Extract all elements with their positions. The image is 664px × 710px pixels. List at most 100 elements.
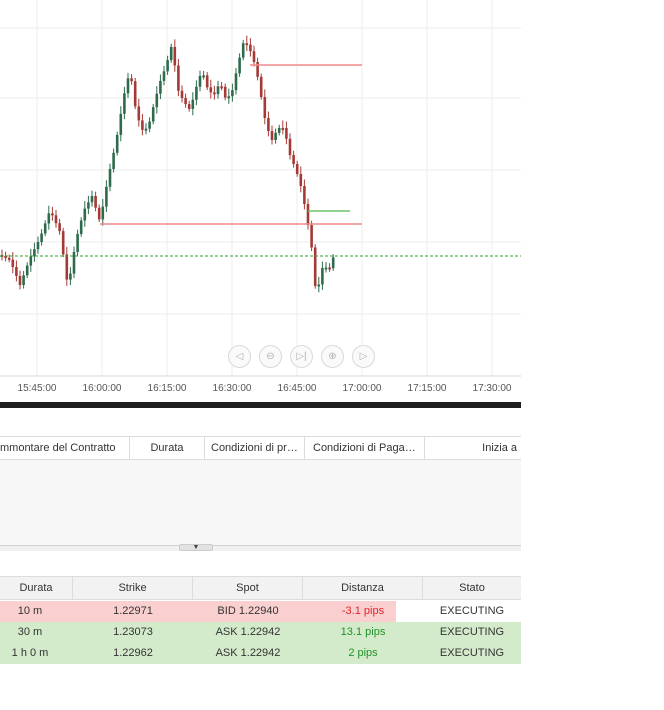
contract-table-header: mmontare del Contratto Durata Condizioni… [0, 437, 521, 460]
time-tick-label: 17:30:00 [473, 383, 512, 394]
column-header-durata[interactable]: Durata [0, 577, 73, 599]
candle-body [310, 225, 313, 248]
orders-table-header: Durata Strike Spot Distanza Stato [0, 576, 521, 600]
candle-body [256, 62, 259, 77]
candle-body [25, 265, 29, 276]
candle-body [130, 78, 133, 82]
candle-body [285, 128, 288, 139]
skip-to-end-icon[interactable]: ▷| [290, 345, 313, 368]
cell-strike: 1.22962 [113, 647, 153, 659]
time-tick-label: 16:45:00 [278, 383, 317, 394]
cell-strike: 1.23073 [113, 626, 153, 638]
candle-body [137, 106, 141, 121]
candle-body [274, 132, 277, 140]
column-header-starts-at[interactable]: Inizia a [425, 437, 521, 460]
candle-body [292, 155, 295, 164]
candle-body [216, 86, 220, 95]
candle-body [198, 76, 202, 87]
table-row[interactable]: 1 h 0 m 1.22962 ASK 1.22942 2 pips EXECU… [0, 643, 521, 664]
candle-body [108, 169, 112, 187]
cell-strike: 1.22971 [113, 605, 153, 617]
candle-body [36, 242, 40, 250]
candle-body [195, 86, 198, 100]
candle-body [313, 247, 317, 286]
candle-body [94, 196, 97, 208]
candle-body [234, 73, 238, 91]
trading-app: 15:45:00 16:00:00 16:15:00 16:30:00 16:45:00… [0, 0, 521, 697]
candle-body [61, 231, 65, 255]
cell-distanza: 2 pips [348, 647, 378, 659]
candle-body [303, 186, 306, 204]
candle-body [40, 233, 43, 242]
candle-body [249, 44, 252, 52]
column-header-stato[interactable]: Stato [423, 577, 521, 599]
time-tick-label: 16:15:00 [148, 383, 187, 394]
column-header-strike[interactable]: Strike [73, 577, 193, 599]
zoom-out-icon[interactable]: ⊖ [259, 345, 282, 368]
candle-body [220, 86, 223, 89]
column-header-duration[interactable]: Durata [130, 437, 205, 460]
candle-body [69, 273, 72, 280]
candle-body [18, 276, 22, 285]
candle-body [213, 92, 216, 95]
time-axis-labels: 15:45:00 16:00:00 16:15:00 16:30:00 16:45:00… [18, 383, 512, 394]
column-header-payment-conditions[interactable]: Condizioni di Paga… [305, 437, 425, 460]
candle-body [238, 57, 241, 74]
candle-body [227, 96, 231, 99]
time-tick-label: 16:00:00 [83, 383, 122, 394]
candle-body [259, 76, 263, 97]
cell-stato: EXECUTING [439, 605, 505, 617]
candle-body [299, 174, 303, 186]
chart-grid [0, 0, 521, 376]
cell-distanza: -3.1 pips [341, 605, 385, 617]
candle-body [51, 213, 54, 216]
candle-body [267, 118, 270, 131]
candle-body [126, 78, 130, 94]
chevron-down-icon[interactable]: ▼ [179, 544, 213, 551]
orders-table: Durata Strike Spot Distanza Stato 10 m 1… [0, 576, 521, 666]
candle-body [159, 80, 162, 94]
candle-body [144, 128, 148, 131]
column-header-price-conditions[interactable]: Condizioni di pr… [205, 437, 305, 460]
candle-body [141, 120, 144, 130]
candle-body [29, 256, 33, 266]
candle-body [123, 93, 126, 114]
zoom-in-icon[interactable]: ⊕ [321, 345, 344, 368]
candle-body [7, 257, 11, 260]
column-header-distanza[interactable]: Distanza [303, 577, 423, 599]
chevron-right-icon[interactable]: ▷ [352, 345, 375, 368]
cell-durata: 30 m [17, 626, 43, 638]
price-chart[interactable]: 15:45:00 16:00:00 16:15:00 16:30:00 16:45:00… [0, 0, 521, 402]
candle-body [306, 204, 310, 225]
column-header-amount[interactable]: mmontare del Contratto [0, 437, 130, 460]
candle-body [11, 259, 15, 267]
candle-body [270, 131, 274, 140]
column-header-spot[interactable]: Spot [193, 577, 303, 599]
panel-splitter[interactable]: ▼ [0, 544, 521, 551]
candle-body [79, 220, 83, 234]
candle-body [202, 75, 205, 78]
contract-table: mmontare del Contratto Durata Condizioni… [0, 436, 521, 551]
candle-body [245, 43, 249, 46]
candle-body [47, 213, 51, 224]
time-tick-label: 15:45:00 [18, 383, 57, 394]
candle-body [252, 51, 256, 62]
candle-body [33, 249, 36, 257]
candle-body [209, 87, 213, 93]
candle-body [328, 267, 331, 270]
candle-body [191, 99, 195, 109]
candlestick-chart[interactable]: 15:45:00 16:00:00 16:15:00 16:30:00 16:45:00… [0, 0, 521, 402]
panel-divider[interactable] [0, 402, 521, 408]
candle-body [277, 128, 281, 133]
cell-stato: EXECUTING [439, 626, 505, 638]
candle-body [15, 267, 18, 276]
chevron-left-icon[interactable]: ◁ [228, 345, 251, 368]
candle-body [119, 113, 123, 135]
table-row[interactable]: 10 m 1.22971 BID 1.22940 -3.1 pips EXECU… [0, 601, 521, 622]
candle-body [133, 81, 137, 107]
table-row[interactable]: 30 m 1.23073 ASK 1.22942 13.1 pips EXECU… [0, 622, 521, 643]
candle-body [54, 215, 58, 224]
cell-spot: BID 1.22940 [217, 605, 279, 617]
cell-durata: 1 h 0 m [11, 647, 49, 659]
cell-spot: ASK 1.22942 [215, 647, 281, 659]
